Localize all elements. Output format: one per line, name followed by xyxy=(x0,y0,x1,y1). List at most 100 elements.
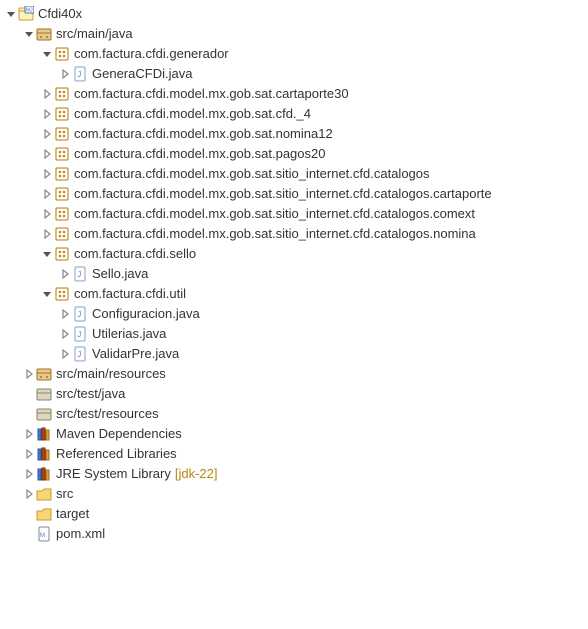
package-icon xyxy=(54,46,70,62)
file-label: pom.xml xyxy=(56,524,105,544)
expand-toggle-collapsed-icon[interactable] xyxy=(22,469,36,479)
expand-toggle-collapsed-icon[interactable] xyxy=(40,89,54,99)
package-icon xyxy=(54,166,70,182)
tree-item-package-util[interactable]: com.factura.cfdi.util xyxy=(4,284,584,304)
folder-label: src xyxy=(56,484,73,504)
library-decoration: [jdk-22] xyxy=(175,464,218,484)
tree-item-package-nomina12[interactable]: com.factura.cfdi.model.mx.gob.sat.nomina… xyxy=(4,124,584,144)
source-folder-label: src/test/java xyxy=(56,384,125,404)
expand-toggle-collapsed-icon[interactable] xyxy=(58,69,72,79)
tree-item-package-cartaporte30[interactable]: com.factura.cfdi.model.mx.gob.sat.cartap… xyxy=(4,84,584,104)
expand-toggle-collapsed-icon[interactable] xyxy=(22,489,36,499)
expand-toggle-expanded-icon[interactable] xyxy=(40,249,54,259)
expand-toggle-collapsed-icon[interactable] xyxy=(58,269,72,279)
library-label: JRE System Library xyxy=(56,464,171,484)
expand-toggle-collapsed-icon[interactable] xyxy=(40,109,54,119)
folder-icon xyxy=(36,486,52,502)
tree-item-src-test-java[interactable]: src/test/java xyxy=(4,384,584,404)
tree-item-package-generador[interactable]: com.factura.cfdi.generador xyxy=(4,44,584,64)
package-label: com.factura.cfdi.model.mx.gob.sat.cartap… xyxy=(74,84,349,104)
package-label: com.factura.cfdi.model.mx.gob.sat.sitio_… xyxy=(74,184,492,204)
tree-item-referenced-libraries[interactable]: Referenced Libraries xyxy=(4,444,584,464)
tree-item-package-catalogos[interactable]: com.factura.cfdi.model.mx.gob.sat.sitio_… xyxy=(4,164,584,184)
expand-toggle-collapsed-icon[interactable] xyxy=(22,429,36,439)
java-file-label: Configuracion.java xyxy=(92,304,200,324)
tree-item-pom-xml[interactable]: pom.xml xyxy=(4,524,584,544)
expand-toggle-collapsed-icon[interactable] xyxy=(40,189,54,199)
java-file-label: GeneraCFDi.java xyxy=(92,64,192,84)
package-icon xyxy=(54,286,70,302)
source-folder-label: src/test/resources xyxy=(56,404,159,424)
source-folder-label: src/main/resources xyxy=(56,364,166,384)
library-label: Referenced Libraries xyxy=(56,444,177,464)
source-folder-empty-icon xyxy=(36,386,52,402)
tree-item-package-catalogos_nomina[interactable]: com.factura.cfdi.model.mx.gob.sat.sitio_… xyxy=(4,224,584,244)
java-file-icon xyxy=(72,326,88,342)
tree-item-package-cfd4[interactable]: com.factura.cfdi.model.mx.gob.sat.cfd._4 xyxy=(4,104,584,124)
java-project-icon xyxy=(18,6,34,22)
tree-item-java-file[interactable]: Utilerias.java xyxy=(4,324,584,344)
tree-item-project[interactable]: Cfdi40x xyxy=(4,4,584,24)
source-folder-icon xyxy=(36,366,52,382)
tree-item-java-file[interactable]: Configuracion.java xyxy=(4,304,584,324)
package-label: com.factura.cfdi.model.mx.gob.sat.nomina… xyxy=(74,124,333,144)
java-file-icon xyxy=(72,66,88,82)
tree-item-package-pagos20[interactable]: com.factura.cfdi.model.mx.gob.sat.pagos2… xyxy=(4,144,584,164)
expand-toggle-collapsed-icon[interactable] xyxy=(40,129,54,139)
expand-toggle-collapsed-icon[interactable] xyxy=(40,209,54,219)
java-file-label: Sello.java xyxy=(92,264,148,284)
source-folder-label: src/main/java xyxy=(56,24,133,44)
package-icon xyxy=(54,226,70,242)
tree-item-src-folder[interactable]: src xyxy=(4,484,584,504)
tree-item-src-test-resources[interactable]: src/test/resources xyxy=(4,404,584,424)
expand-toggle-collapsed-icon[interactable] xyxy=(58,329,72,339)
folder-icon xyxy=(36,506,52,522)
expand-toggle-expanded-icon[interactable] xyxy=(40,49,54,59)
library-icon xyxy=(36,466,52,482)
xml-file-icon xyxy=(36,526,52,542)
tree-item-package-sello[interactable]: com.factura.cfdi.sello xyxy=(4,244,584,264)
expand-toggle-collapsed-icon[interactable] xyxy=(22,449,36,459)
package-label: com.factura.cfdi.model.mx.gob.sat.sitio_… xyxy=(74,204,475,224)
tree-item-java-file[interactable]: GeneraCFDi.java xyxy=(4,64,584,84)
package-label: com.factura.cfdi.model.mx.gob.sat.pagos2… xyxy=(74,144,325,164)
java-file-icon xyxy=(72,306,88,322)
tree-item-package-catalogos_comext[interactable]: com.factura.cfdi.model.mx.gob.sat.sitio_… xyxy=(4,204,584,224)
expand-toggle-collapsed-icon[interactable] xyxy=(22,369,36,379)
folder-label: target xyxy=(56,504,89,524)
tree-item-jre-system-library[interactable]: JRE System Library[jdk-22] xyxy=(4,464,584,484)
package-icon xyxy=(54,86,70,102)
java-file-label: ValidarPre.java xyxy=(92,344,179,364)
package-icon xyxy=(54,106,70,122)
expand-toggle-expanded-icon[interactable] xyxy=(40,289,54,299)
package-label: com.factura.cfdi.util xyxy=(74,284,186,304)
tree-item-package-catalogos_cartaporte[interactable]: com.factura.cfdi.model.mx.gob.sat.sitio_… xyxy=(4,184,584,204)
package-label: com.factura.cfdi.model.mx.gob.sat.cfd._4 xyxy=(74,104,311,124)
expand-toggle-collapsed-icon[interactable] xyxy=(58,349,72,359)
source-folder-icon xyxy=(36,26,52,42)
expand-toggle-expanded-icon[interactable] xyxy=(22,29,36,39)
tree-item-java-file[interactable]: ValidarPre.java xyxy=(4,344,584,364)
tree-item-java-file[interactable]: Sello.java xyxy=(4,264,584,284)
expand-toggle-collapsed-icon[interactable] xyxy=(40,229,54,239)
tree-item-src-main-java[interactable]: src/main/java xyxy=(4,24,584,44)
expand-toggle-collapsed-icon[interactable] xyxy=(40,169,54,179)
source-folder-empty-icon xyxy=(36,406,52,422)
package-label: com.factura.cfdi.sello xyxy=(74,244,196,264)
tree-item-maven-dependencies[interactable]: Maven Dependencies xyxy=(4,424,584,444)
package-icon xyxy=(54,146,70,162)
project-label: Cfdi40x xyxy=(38,4,82,24)
package-icon xyxy=(54,186,70,202)
java-file-icon xyxy=(72,266,88,282)
expand-toggle-collapsed-icon[interactable] xyxy=(40,149,54,159)
tree-item-target-folder[interactable]: target xyxy=(4,504,584,524)
package-label: com.factura.cfdi.generador xyxy=(74,44,229,64)
tree-item-src-main-resources[interactable]: src/main/resources xyxy=(4,364,584,384)
java-file-label: Utilerias.java xyxy=(92,324,166,344)
library-icon xyxy=(36,446,52,462)
expand-toggle-expanded-icon[interactable] xyxy=(4,9,18,19)
java-file-icon xyxy=(72,346,88,362)
library-label: Maven Dependencies xyxy=(56,424,182,444)
expand-toggle-collapsed-icon[interactable] xyxy=(58,309,72,319)
package-label: com.factura.cfdi.model.mx.gob.sat.sitio_… xyxy=(74,224,476,244)
